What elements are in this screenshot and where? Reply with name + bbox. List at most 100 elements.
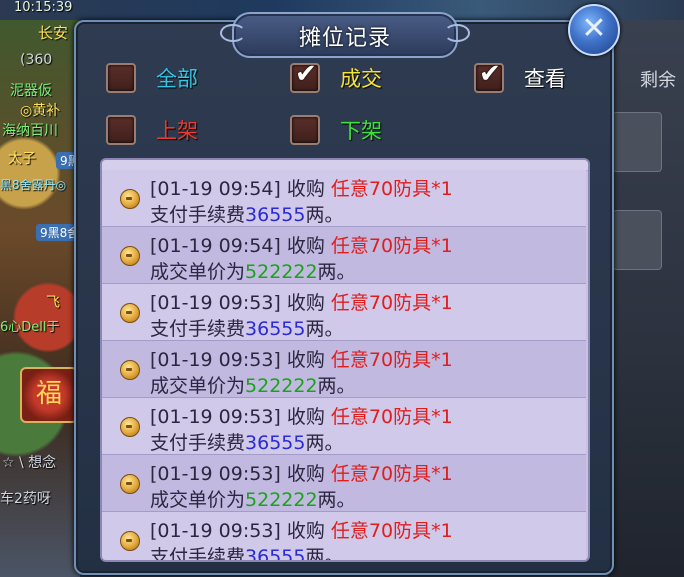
record-time-action: [01-19 09:53] 收购 bbox=[150, 406, 331, 428]
chat-fragment: 6心Dell于 bbox=[0, 320, 60, 335]
coord-fragment: (360 bbox=[20, 52, 53, 68]
coin-icon bbox=[120, 474, 140, 494]
filter-label: 查看 bbox=[524, 67, 566, 91]
chat-fragment: 太子 bbox=[8, 151, 36, 167]
filter-label: 下架 bbox=[340, 119, 382, 143]
record-line-2: 支付手续费36555两。 bbox=[150, 428, 343, 455]
background-slot bbox=[612, 210, 662, 270]
scroll-ornament-icon bbox=[220, 24, 246, 42]
checkbox[interactable] bbox=[290, 115, 320, 145]
record-item: 任意70防具*1 bbox=[330, 349, 453, 371]
record-line-2: 支付手续费36555两。 bbox=[150, 314, 343, 341]
checkbox[interactable] bbox=[106, 63, 136, 93]
record-line-1: [01-19 09:53] 收购 任意70防具*1 bbox=[150, 402, 453, 429]
coin-icon bbox=[120, 246, 140, 266]
fortune-activity-icon[interactable]: 福 bbox=[20, 367, 78, 423]
dialog-title-plate: 摊位记录 bbox=[220, 12, 470, 58]
record-time-action: [01-19 09:53] 收购 bbox=[150, 292, 331, 314]
record-row: [01-19 09:53] 收购 任意70防具*1 支付手续费36555两。 bbox=[102, 512, 586, 562]
checkmark-icon: ✔ bbox=[479, 59, 501, 89]
status-time: 10:15:39 bbox=[14, 0, 73, 15]
checkbox[interactable]: ✔ bbox=[290, 59, 320, 93]
checkmark-icon: ✔ bbox=[295, 59, 317, 89]
record-line-1: [01-19 09:53] 收购 任意70防具*1 bbox=[150, 288, 453, 315]
record-label: 成交单价为 bbox=[150, 489, 246, 511]
record-item: 任意70防具*1 bbox=[330, 235, 453, 257]
close-icon: ✕ bbox=[581, 11, 607, 46]
filter-delist[interactable]: 下架 bbox=[290, 114, 382, 146]
filter-deal[interactable]: ✔ 成交 bbox=[290, 59, 382, 94]
coin-icon bbox=[120, 417, 140, 437]
record-label: 成交单价为 bbox=[150, 375, 246, 397]
record-label: 支付手续费 bbox=[150, 204, 246, 226]
record-item: 任意70防具*1 bbox=[330, 463, 453, 485]
fortune-glyph: 福 bbox=[35, 379, 62, 409]
checkbox[interactable] bbox=[106, 115, 136, 145]
record-unit: 两。 bbox=[305, 546, 344, 562]
background-slot bbox=[612, 112, 662, 172]
close-button[interactable]: ✕ bbox=[568, 4, 620, 56]
chat-fragment: 海纳百川 bbox=[2, 123, 58, 139]
record-row: [01-19 09:53] 收购 任意70防具*1 成交单价为522222两。 bbox=[102, 455, 586, 512]
record-time-action: [01-19 09:53] 收购 bbox=[150, 349, 331, 371]
record-line-1: [01-19 09:53] 收购 任意70防具*1 bbox=[150, 459, 453, 486]
record-amount: 36555 bbox=[245, 204, 306, 226]
chat-fragment: 飞 bbox=[46, 295, 60, 311]
record-time-action: [01-19 09:53] 收购 bbox=[150, 463, 331, 485]
record-item: 任意70防具*1 bbox=[330, 292, 453, 314]
record-label: 支付手续费 bbox=[150, 546, 246, 562]
chat-fragment: 泥器仮 bbox=[10, 83, 52, 99]
checkbox[interactable]: ✔ bbox=[474, 59, 504, 93]
record-line-2: 成交单价为522222两。 bbox=[150, 485, 356, 512]
record-label: 成交单价为 bbox=[150, 261, 246, 283]
record-row: [01-19 09:53] 收购 任意70防具*1 支付手续费36555两。 bbox=[102, 284, 586, 341]
record-label: 支付手续费 bbox=[150, 318, 246, 340]
record-amount: 522222 bbox=[245, 489, 318, 511]
record-item: 任意70防具*1 bbox=[330, 178, 453, 200]
record-amount: 36555 bbox=[245, 546, 306, 562]
record-unit: 两。 bbox=[317, 261, 356, 283]
record-list[interactable]: [01-19 09:54] 收购 任意70防具*1 支付手续费36555两。 [… bbox=[100, 158, 590, 562]
record-unit: 两。 bbox=[305, 432, 344, 454]
scroll-ornament-icon bbox=[444, 24, 470, 42]
filter-label: 全部 bbox=[156, 67, 198, 91]
record-amount: 522222 bbox=[245, 261, 318, 283]
record-line-2: 成交单价为522222两。 bbox=[150, 257, 356, 284]
chat-fragment: 黑8舍露丹◎ bbox=[0, 178, 67, 192]
record-row: [01-19 09:53] 收购 任意70防具*1 成交单价为522222两。 bbox=[102, 341, 586, 398]
record-amount: 36555 bbox=[245, 432, 306, 454]
record-line-2: 支付手续费36555两。 bbox=[150, 542, 344, 562]
coin-icon bbox=[120, 531, 140, 551]
record-row: [01-19 09:54] 收购 任意70防具*1 支付手续费36555两。 bbox=[102, 170, 586, 227]
filter-view[interactable]: ✔ 查看 bbox=[474, 59, 566, 94]
record-line-1: [01-19 09:54] 收购 任意70防具*1 bbox=[150, 231, 453, 258]
record-line-1: [01-19 09:54] 收购 任意70防具*1 bbox=[150, 174, 453, 201]
record-row: [01-19 09:53] 收购 任意70防具*1 支付手续费36555两。 bbox=[102, 398, 586, 455]
coin-icon bbox=[120, 189, 140, 209]
record-unit: 两。 bbox=[305, 318, 344, 340]
record-row: [01-19 09:54] 收购 任意70防具*1 成交单价为522222两。 bbox=[102, 227, 586, 284]
filter-label: 上架 bbox=[156, 119, 198, 143]
filter-all[interactable]: 全部 bbox=[106, 62, 198, 94]
record-amount: 522222 bbox=[245, 375, 318, 397]
chat-fragment: ☆ \ 想念 bbox=[2, 455, 57, 471]
record-line-2: 支付手续费36555两。 bbox=[150, 200, 343, 227]
record-line-1: [01-19 09:53] 收购 任意70防具*1 bbox=[150, 516, 453, 543]
record-time-action: [01-19 09:54] 收购 bbox=[150, 235, 331, 257]
filter-list[interactable]: 上架 bbox=[106, 114, 198, 146]
city-name[interactable]: 长安 bbox=[38, 22, 68, 43]
record-time-action: [01-19 09:53] 收购 bbox=[150, 520, 331, 542]
dialog-title: 摊位记录 bbox=[298, 26, 391, 51]
record-item: 任意70防具*1 bbox=[330, 520, 453, 542]
chat-fragment: ◎黄补 bbox=[20, 103, 61, 119]
remaining-label: 剩余 bbox=[640, 70, 676, 91]
filter-label: 成交 bbox=[340, 67, 382, 91]
record-label: 支付手续费 bbox=[150, 432, 246, 454]
record-line-1: [01-19 09:53] 收购 任意70防具*1 bbox=[150, 345, 453, 372]
record-time-action: [01-19 09:54] 收购 bbox=[150, 178, 331, 200]
record-line-2: 成交单价为522222两。 bbox=[150, 371, 356, 398]
record-unit: 两。 bbox=[317, 375, 356, 397]
record-amount: 36555 bbox=[245, 318, 306, 340]
coin-icon bbox=[120, 360, 140, 380]
coin-icon bbox=[120, 303, 140, 323]
